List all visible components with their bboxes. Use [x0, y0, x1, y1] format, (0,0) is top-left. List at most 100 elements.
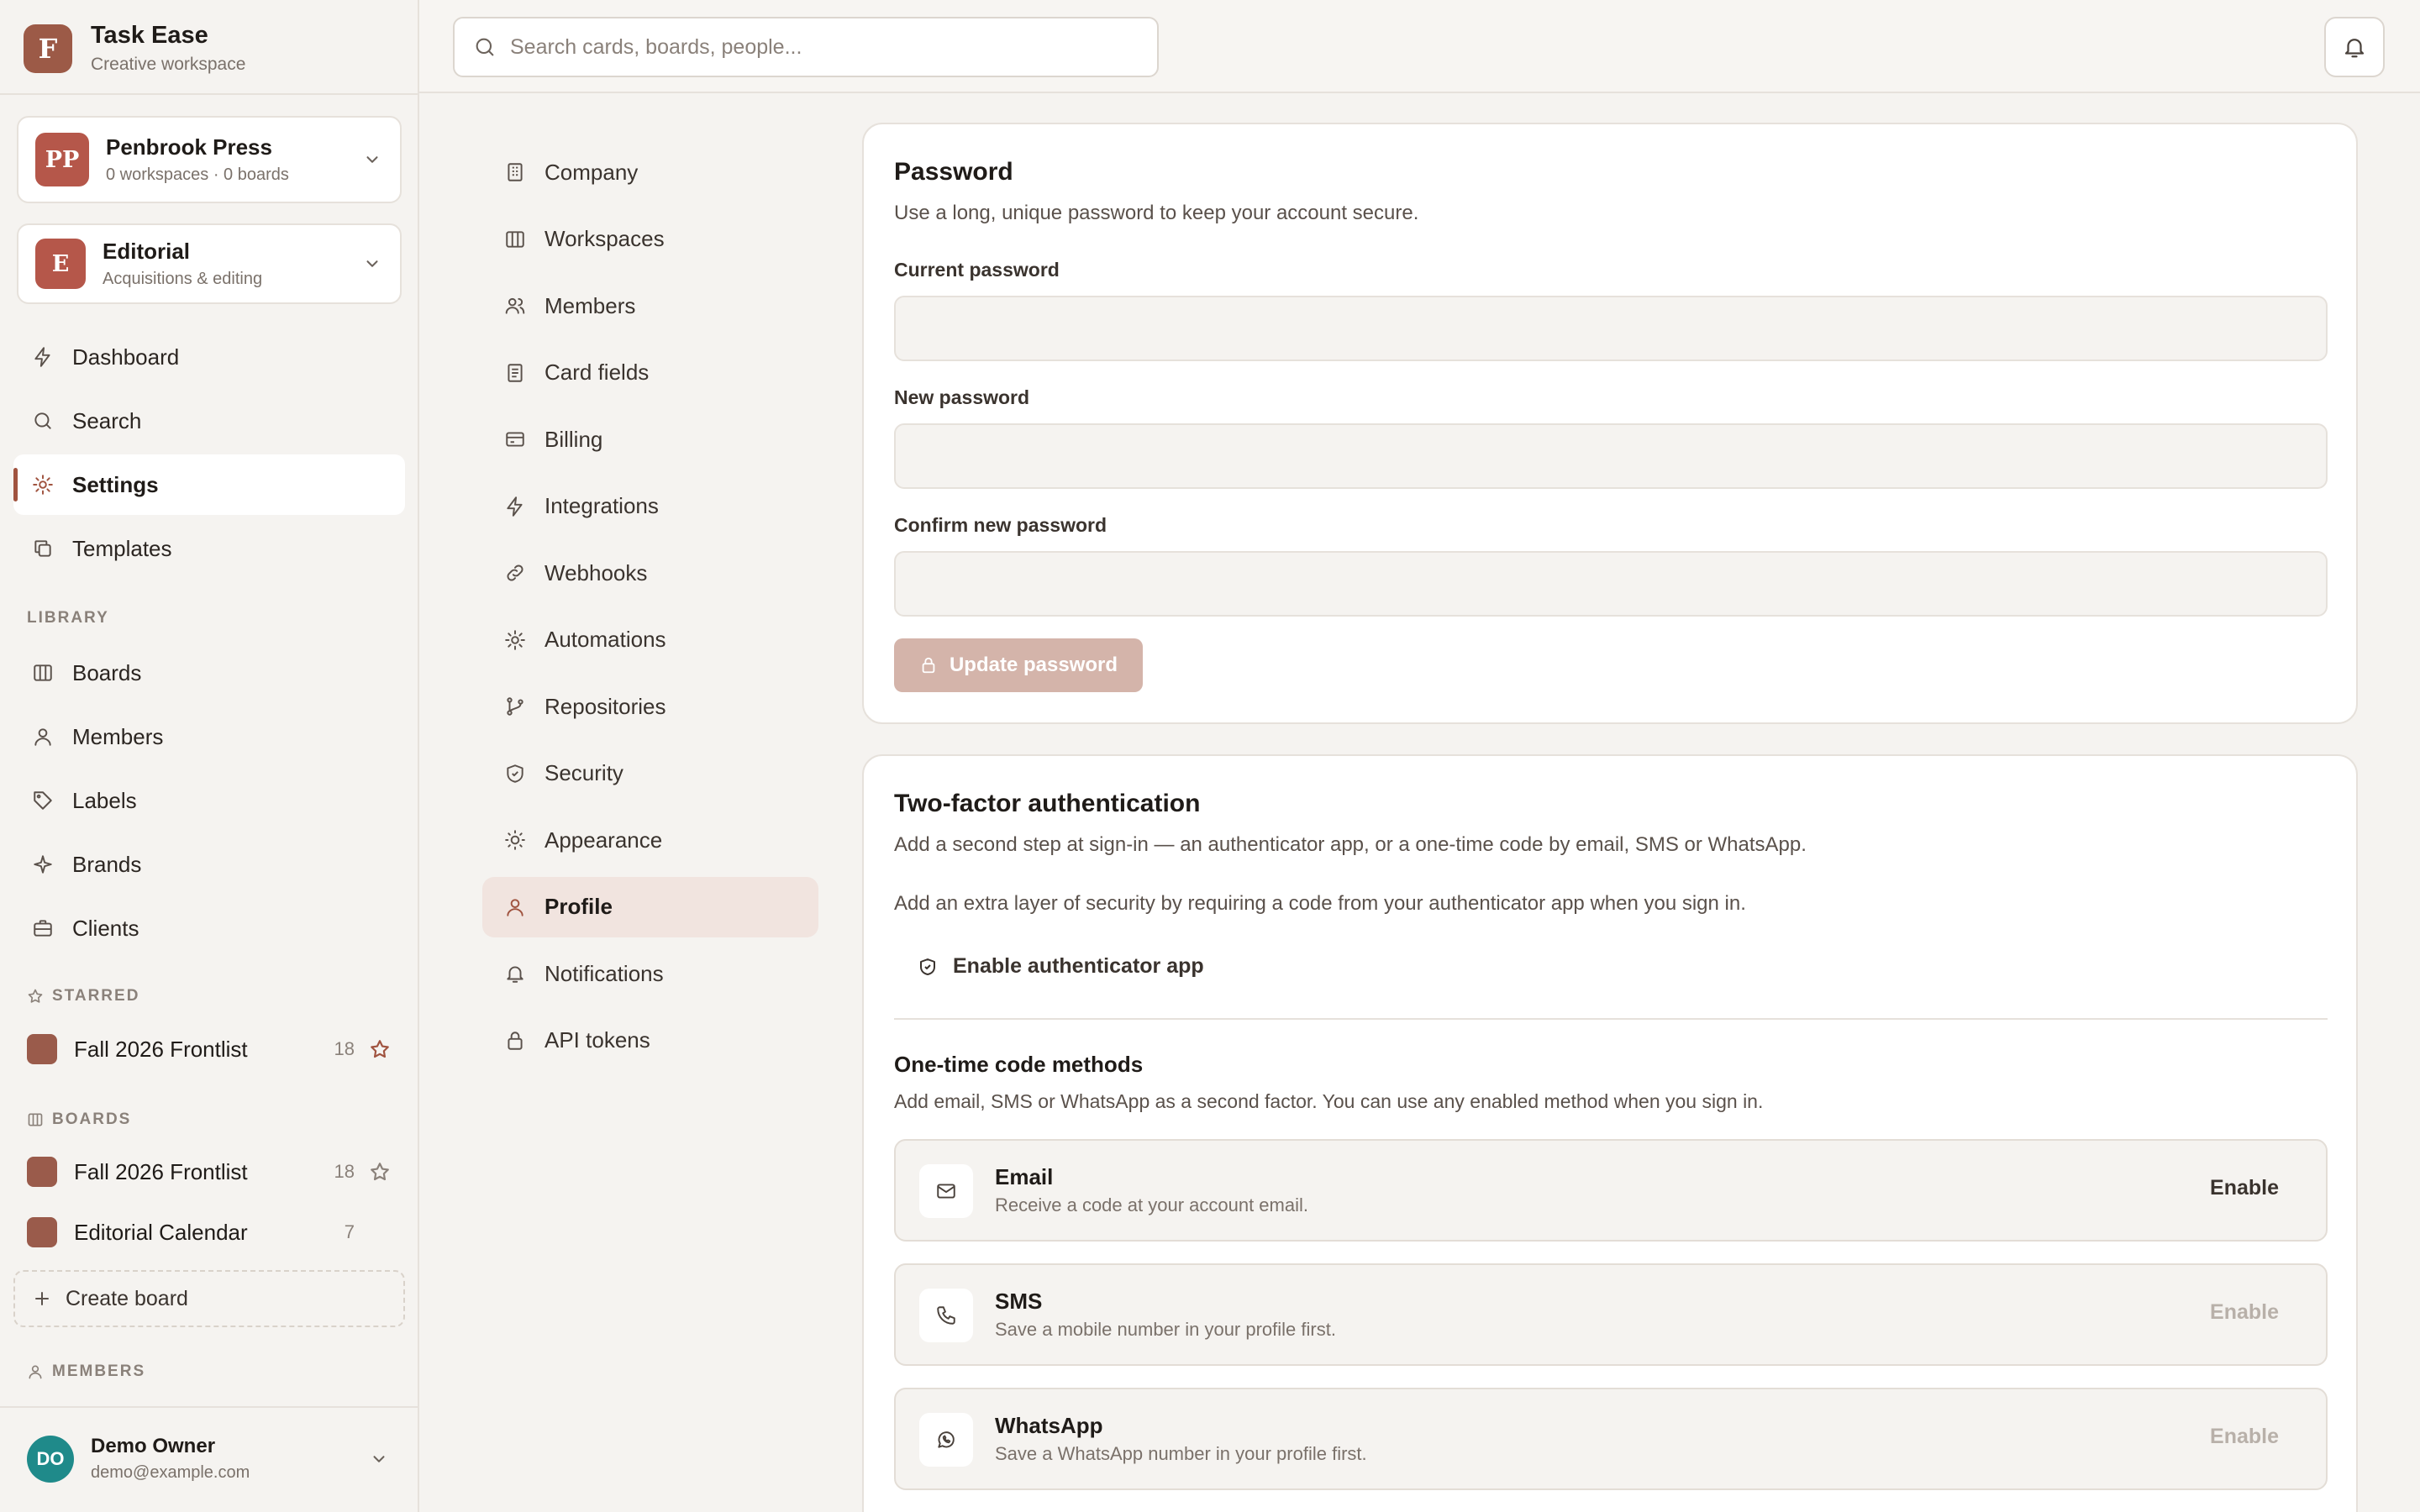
nav-item-members[interactable]: Members	[13, 706, 405, 767]
settings-tab-label: Card fields	[544, 360, 650, 385]
enable-authenticator-button[interactable]: Enable authenticator app	[918, 954, 1204, 979]
password-card: Password Use a long, unique password to …	[862, 123, 2358, 724]
nav-item-label: Boards	[72, 659, 142, 685]
settings-tab-automations[interactable]: Automations	[482, 610, 818, 670]
settings-tab-label: Integrations	[544, 493, 659, 518]
settings-tab-label: Automations	[544, 627, 666, 652]
settings-tab-company[interactable]: Company	[482, 142, 818, 202]
nav-item-clients[interactable]: Clients	[13, 898, 405, 958]
main-nav: Dashboard Search Settings Templates	[13, 327, 405, 582]
enable-whatsapp-button[interactable]: Enable	[2210, 1425, 2279, 1449]
notifications-button[interactable]	[2324, 17, 2385, 77]
nav-item-templates[interactable]: Templates	[13, 518, 405, 579]
board-item[interactable]: Fall 2026 Frontlist 18	[13, 1147, 405, 1197]
copy-icon	[30, 536, 55, 561]
nav-item-settings[interactable]: Settings	[13, 454, 405, 515]
gear-icon	[30, 472, 55, 497]
settings-tab-card-fields[interactable]: Card fields	[482, 343, 818, 403]
tag-icon	[30, 788, 55, 813]
workspace-switcher[interactable]: E Editorial Acquisitions & editing	[17, 223, 402, 304]
nav-item-dashboard[interactable]: Dashboard	[13, 327, 405, 387]
settings-tab-api-tokens[interactable]: API tokens	[482, 1011, 818, 1071]
section-label-starred: STARRED	[27, 987, 139, 1005]
current-password-input[interactable]	[894, 296, 2328, 361]
search-input[interactable]	[510, 34, 1149, 60]
workspace-name: Editorial	[103, 239, 191, 264]
settings-tab-billing[interactable]: Billing	[482, 409, 818, 470]
library-nav: Boards Members Labels Brands Clients	[13, 643, 405, 962]
settings-tab-members[interactable]: Members	[482, 276, 818, 336]
organization-switcher[interactable]: PP Penbrook Press 0 workspaces · 0 board…	[17, 116, 402, 203]
starred-board-item[interactable]: Fall 2026 Frontlist 18	[13, 1024, 405, 1074]
board-name: Fall 2026 Frontlist	[74, 1158, 248, 1184]
settings-nav: Company Workspaces Members Card fields B…	[482, 142, 818, 1077]
settings-tab-label: Notifications	[544, 960, 664, 986]
section-label-library: LIBRARY	[27, 609, 109, 627]
nav-item-search[interactable]: Search	[13, 391, 405, 451]
nav-item-boards[interactable]: Boards	[13, 643, 405, 703]
settings-tab-workspaces[interactable]: Workspaces	[482, 209, 818, 270]
settings-tab-security[interactable]: Security	[482, 743, 818, 804]
settings-tab-integrations[interactable]: Integrations	[482, 476, 818, 537]
board-swatch	[27, 1157, 57, 1187]
nav-item-labels[interactable]: Labels	[13, 770, 405, 831]
settings-tab-appearance[interactable]: Appearance	[482, 810, 818, 870]
section-label-boards: BOARDS	[27, 1110, 131, 1129]
document-icon	[502, 360, 528, 386]
section-label-text: MEMBERS	[52, 1362, 146, 1380]
user-icon	[502, 895, 528, 920]
section-label-members: MEMBERS	[27, 1362, 145, 1381]
search-icon	[473, 35, 497, 59]
create-board-button[interactable]: Create board	[13, 1270, 405, 1327]
nav-item-label: Settings	[72, 471, 159, 497]
settings-tab-label: Webhooks	[544, 559, 648, 585]
bolt-icon	[502, 494, 528, 519]
method-description: Save a mobile number in your profile fir…	[995, 1319, 1336, 1340]
section-label-text: STARRED	[52, 987, 140, 1005]
confirm-password-input[interactable]	[894, 551, 2328, 617]
star-icon[interactable]	[355, 1161, 405, 1183]
authenticator-description: Add an extra layer of security by requir…	[894, 892, 1746, 915]
enable-sms-button[interactable]: Enable	[2210, 1300, 2279, 1325]
board-item[interactable]: Editorial Calendar 7	[13, 1207, 405, 1257]
two-factor-title: Two-factor authentication	[894, 790, 1201, 817]
settings-tab-label: Billing	[544, 426, 603, 452]
settings-tab-webhooks[interactable]: Webhooks	[482, 543, 818, 603]
phone-icon	[919, 1289, 973, 1342]
app-logo: F	[24, 24, 72, 73]
user-menu[interactable]: DO Demo Owner demo@example.com	[27, 1435, 388, 1483]
star-icon[interactable]	[355, 1038, 405, 1060]
search-box[interactable]	[453, 17, 1159, 77]
method-name: WhatsApp	[995, 1413, 1103, 1438]
enable-authenticator-label: Enable authenticator app	[953, 954, 1204, 978]
chevron-down-icon	[363, 150, 381, 169]
brand[interactable]: F Task Ease Creative workspace	[24, 22, 245, 75]
nav-item-brands[interactable]: Brands	[13, 834, 405, 895]
two-factor-card: Two-factor authentication Add a second s…	[862, 754, 2358, 1512]
board-card-count: 18	[334, 1161, 355, 1182]
settings-tab-notifications[interactable]: Notifications	[482, 943, 818, 1004]
star-icon	[27, 988, 44, 1005]
organization-text: Penbrook Press 0 workspaces · 0 boards	[106, 134, 289, 185]
method-name: SMS	[995, 1289, 1043, 1314]
board-name: Fall 2026 Frontlist	[74, 1036, 248, 1062]
git-branch-icon	[502, 694, 528, 719]
enable-email-button[interactable]: Enable	[2210, 1176, 2279, 1200]
settings-tab-repositories[interactable]: Repositories	[482, 676, 818, 737]
divider	[0, 93, 418, 95]
user-text: Demo Owner demo@example.com	[91, 1435, 370, 1483]
section-label-text: BOARDS	[52, 1110, 132, 1128]
bell-icon	[502, 961, 528, 986]
new-password-input[interactable]	[894, 423, 2328, 489]
update-password-button[interactable]: Update password	[894, 638, 1143, 692]
board-name: Editorial Calendar	[74, 1219, 248, 1245]
nav-item-label: Labels	[72, 787, 137, 813]
topbar	[419, 0, 2420, 93]
lock-icon	[919, 656, 938, 675]
method-name: Email	[995, 1164, 1054, 1189]
plus-icon	[32, 1289, 52, 1309]
settings-tab-profile[interactable]: Profile	[482, 876, 818, 937]
lock-icon	[502, 1028, 528, 1053]
chevron-down-icon	[363, 255, 381, 273]
briefcase-icon	[30, 916, 55, 941]
